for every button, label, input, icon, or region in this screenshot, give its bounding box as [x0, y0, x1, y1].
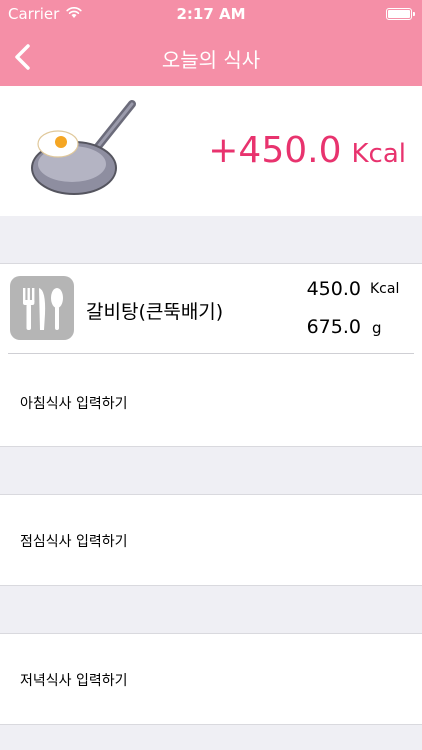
food-gram-unit: g — [372, 319, 382, 337]
calorie-summary: +450.0 Kcal — [0, 86, 422, 216]
food-gram-value: 675.0 — [306, 316, 361, 338]
food-kcal-unit: Kcal — [370, 281, 400, 297]
nav-bar: 오늘의 식사 — [0, 28, 422, 86]
food-name: 갈비탕(큰뚝배기) — [86, 301, 224, 323]
total-calories-unit: Kcal — [351, 139, 406, 169]
breakfast-card: 갈비탕(큰뚝배기) 450.0 Kcal 675.0 g 아침식사 입력하기 — [0, 263, 422, 447]
battery-icon — [386, 8, 415, 20]
add-dinner-button[interactable]: 저녁식사 입력하기 — [20, 670, 128, 690]
food-kcal-value: 450.0 — [306, 278, 361, 300]
food-row[interactable]: 갈비탕(큰뚝배기) 450.0 Kcal 675.0 g — [8, 264, 414, 354]
dinner-card: 저녁식사 입력하기 — [0, 633, 422, 725]
status-bar: Carrier 2:17 AM — [0, 0, 422, 28]
frying-pan-egg-icon — [31, 100, 136, 195]
add-breakfast-button[interactable]: 아침식사 입력하기 — [20, 393, 128, 413]
lunch-card: 점심식사 입력하기 — [0, 494, 422, 586]
total-calories: +450.0 Kcal — [208, 130, 406, 171]
cutlery-icon — [10, 276, 74, 340]
add-lunch-button[interactable]: 점심식사 입력하기 — [20, 531, 128, 551]
total-calories-value: +450.0 — [208, 130, 342, 171]
clock: 2:17 AM — [176, 5, 246, 23]
page-title: 오늘의 식사 — [161, 48, 261, 72]
